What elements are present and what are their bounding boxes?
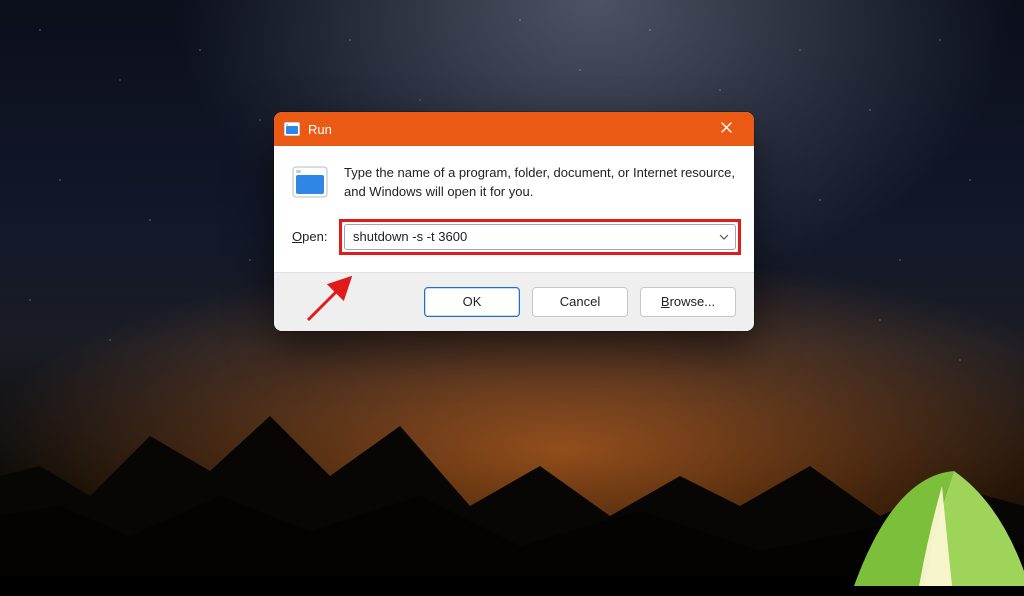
open-label: Open: bbox=[292, 229, 332, 244]
dialog-body: Type the name of a program, folder, docu… bbox=[274, 146, 754, 272]
open-combobox[interactable] bbox=[344, 224, 736, 250]
titlebar[interactable]: Run bbox=[274, 112, 754, 146]
tent-illustration bbox=[834, 456, 1024, 596]
run-app-icon bbox=[284, 122, 300, 136]
open-input[interactable] bbox=[353, 229, 713, 244]
run-dialog: Run Type the name of a program, folder, … bbox=[274, 112, 754, 331]
browse-button[interactable]: Browse... bbox=[640, 287, 736, 317]
dialog-description: Type the name of a program, folder, docu… bbox=[344, 164, 736, 202]
ok-button[interactable]: OK bbox=[424, 287, 520, 317]
dialog-footer: OK Cancel Browse... bbox=[274, 272, 754, 331]
run-large-icon bbox=[292, 166, 328, 198]
window-title: Run bbox=[308, 122, 696, 137]
close-button[interactable] bbox=[704, 112, 748, 146]
close-icon bbox=[721, 120, 732, 138]
chevron-down-icon[interactable] bbox=[719, 232, 729, 242]
cancel-button[interactable]: Cancel bbox=[532, 287, 628, 317]
